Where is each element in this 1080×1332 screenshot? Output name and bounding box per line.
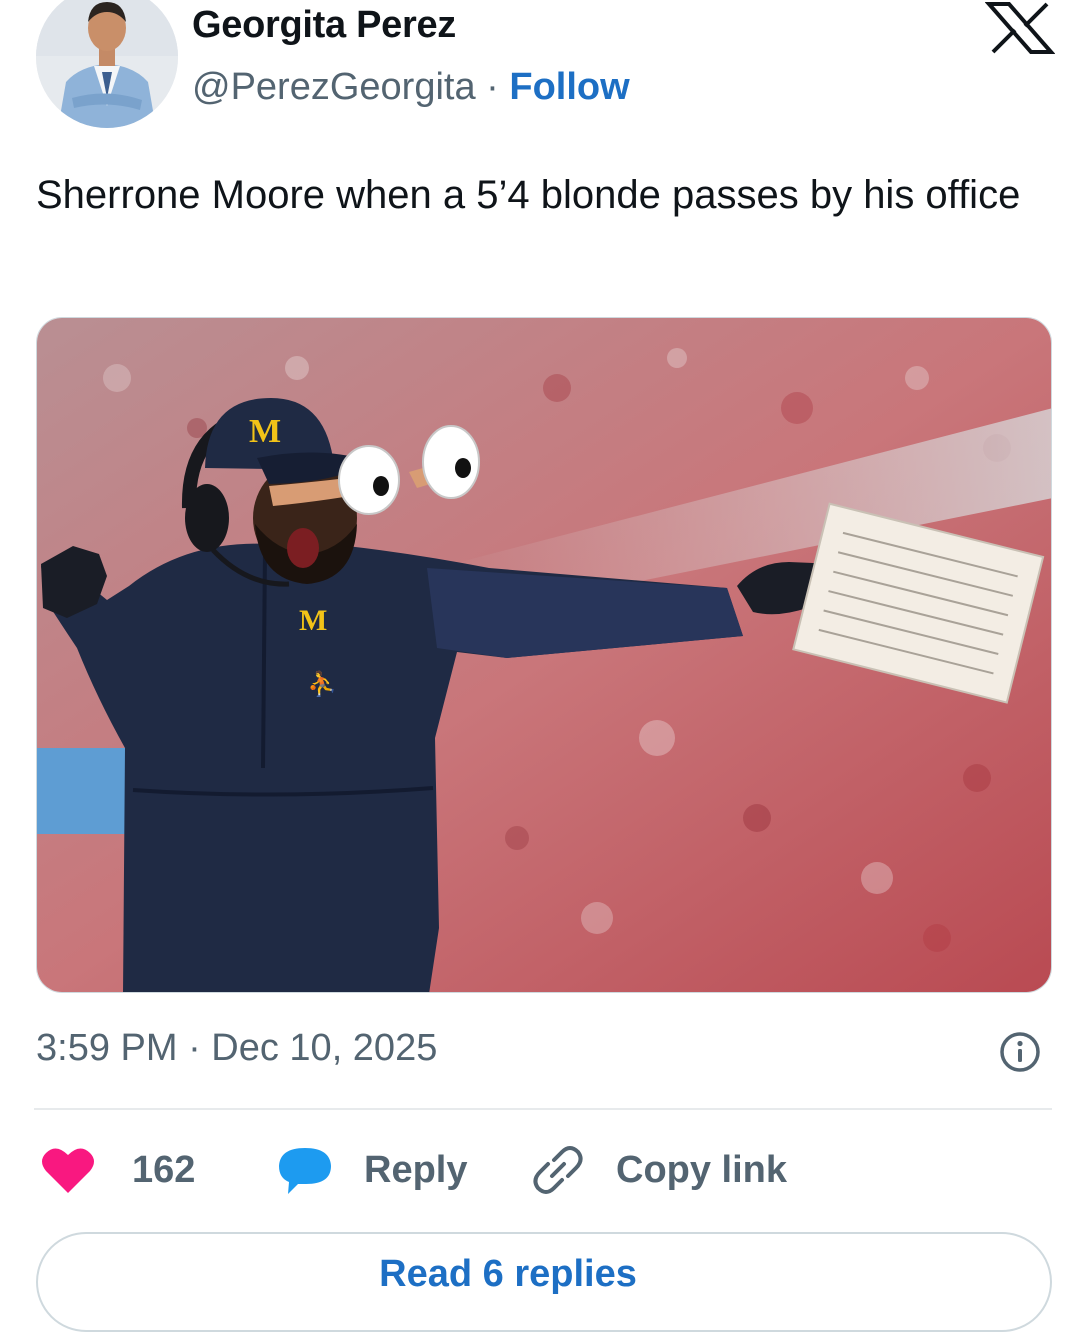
copy-link-button[interactable]: Copy link [530, 1140, 787, 1200]
author-name[interactable]: Georgita Perez [192, 4, 456, 47]
divider [34, 1108, 1052, 1110]
author-handle[interactable]: @PerezGeorgita [192, 66, 476, 108]
tweet-timestamp[interactable]: 3:59 PM · Dec 10, 2025 [36, 1027, 437, 1070]
reply-button[interactable]: Reply [276, 1140, 467, 1200]
handle-separator: · [486, 66, 499, 108]
heart-icon [42, 1148, 94, 1193]
follow-button[interactable]: Follow [509, 66, 629, 108]
copy-link-label: Copy link [616, 1148, 788, 1191]
svg-text:M: M [249, 413, 281, 450]
author-avatar[interactable] [36, 0, 178, 128]
read-replies-button[interactable] [36, 1232, 1052, 1332]
author-handle-line: @PerezGeorgita · Follow [192, 66, 630, 109]
like-count: 162 [132, 1148, 196, 1191]
info-icon[interactable] [998, 1030, 1042, 1074]
x-logo-icon[interactable] [984, 2, 1056, 54]
tweet-card: Georgita Perez @PerezGeorgita · Follow S… [0, 0, 1080, 1332]
svg-text:⛹: ⛹ [307, 669, 337, 698]
tweet-text: Sherrone Moore when a 5’4 blonde passes … [36, 173, 1021, 217]
tweet-image[interactable]: M ⛹ M [36, 317, 1052, 993]
svg-text:M: M [299, 604, 327, 637]
like-button[interactable]: 162 [40, 1140, 195, 1200]
speech-bubble-icon [279, 1148, 331, 1194]
link-icon [533, 1146, 583, 1194]
reply-label: Reply [364, 1148, 468, 1191]
